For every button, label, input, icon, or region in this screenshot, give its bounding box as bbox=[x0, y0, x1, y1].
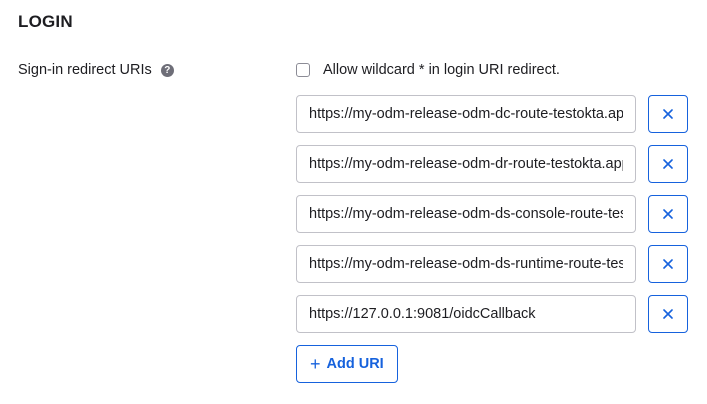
field-label: Sign-in redirect URIs bbox=[18, 62, 152, 78]
close-icon bbox=[663, 159, 673, 169]
uri-input[interactable] bbox=[296, 295, 636, 333]
remove-uri-button[interactable] bbox=[648, 245, 688, 283]
add-uri-label: Add URI bbox=[326, 356, 384, 372]
remove-uri-button[interactable] bbox=[648, 195, 688, 233]
uri-row bbox=[296, 95, 688, 133]
remove-uri-button[interactable] bbox=[648, 145, 688, 183]
uri-input[interactable] bbox=[296, 195, 636, 233]
field-label-row: Sign-in redirect URIs ? bbox=[18, 62, 174, 78]
uri-list bbox=[296, 95, 688, 345]
uri-input[interactable] bbox=[296, 145, 636, 183]
uri-input[interactable] bbox=[296, 95, 636, 133]
uri-row bbox=[296, 145, 688, 183]
question-circle-icon[interactable]: ? bbox=[160, 63, 174, 77]
wildcard-option[interactable]: Allow wildcard * in login URI redirect. bbox=[296, 62, 560, 78]
close-icon bbox=[663, 259, 673, 269]
wildcard-label[interactable]: Allow wildcard * in login URI redirect. bbox=[323, 62, 560, 78]
wildcard-checkbox[interactable] bbox=[296, 63, 310, 77]
remove-uri-button[interactable] bbox=[648, 95, 688, 133]
uri-row bbox=[296, 245, 688, 283]
uri-row bbox=[296, 195, 688, 233]
close-icon bbox=[663, 209, 673, 219]
section-title: LOGIN bbox=[18, 12, 73, 31]
uri-row bbox=[296, 295, 688, 333]
remove-uri-button[interactable] bbox=[648, 295, 688, 333]
add-uri-button[interactable]: + Add URI bbox=[296, 345, 398, 383]
uri-input[interactable] bbox=[296, 245, 636, 283]
close-icon bbox=[663, 309, 673, 319]
close-icon bbox=[663, 109, 673, 119]
plus-icon: + bbox=[310, 354, 321, 374]
